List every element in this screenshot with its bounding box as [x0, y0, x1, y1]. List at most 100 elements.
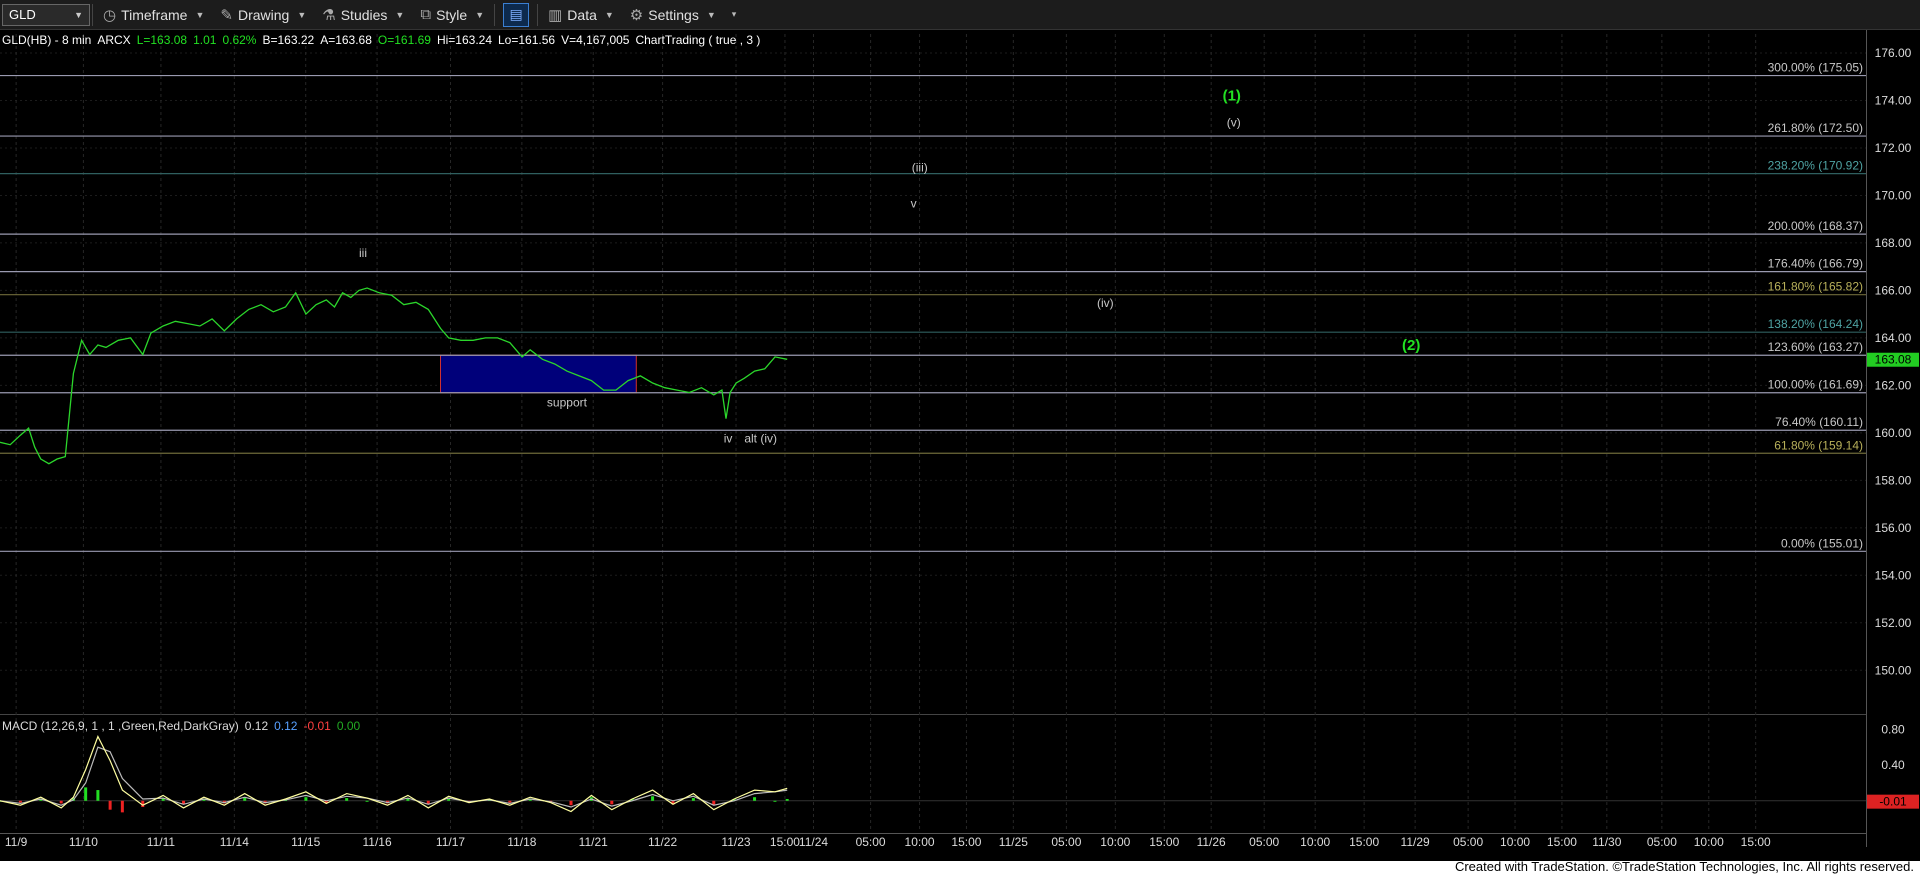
gear-icon: ⚙	[629, 6, 644, 24]
time-tick-label: 11/16	[363, 835, 392, 849]
toolbar-overflow-button[interactable]: ▾	[724, 2, 745, 28]
price-tick-label: 166.00	[1875, 283, 1912, 297]
macd-value2: 0.12	[274, 719, 298, 733]
header-bid: B=163.22	[262, 33, 314, 47]
time-tick-label: 11/9	[5, 835, 28, 849]
macd-histogram-bar	[304, 797, 308, 801]
macd-header: MACD (12,26,9, 1 , 1 ,Green,Red,DarkGray…	[2, 719, 361, 733]
time-tick-label: 11/30	[1592, 835, 1621, 849]
macd-label: MACD (12,26,9, 1 , 1 ,Green,Red,DarkGray…	[2, 719, 239, 733]
time-tick-label: 11/14	[220, 835, 249, 849]
time-tick-label: 11/21	[579, 835, 608, 849]
data-button[interactable]: ▥ Data ▼	[540, 2, 622, 28]
macd-histogram-bar	[59, 800, 63, 804]
symbol-input[interactable]: GLD ▼	[2, 3, 90, 26]
price-tick-label: 176.00	[1875, 46, 1912, 60]
footer-credit: Created with TradeStation. ©TradeStation…	[1454, 859, 1914, 874]
style-button[interactable]: ⧉ Style ▼	[412, 2, 492, 28]
macd-histogram-bar	[365, 800, 369, 802]
macd-histogram-bar	[345, 798, 349, 801]
wave-label: (v)	[1227, 116, 1241, 130]
price-tick-label: 152.00	[1875, 616, 1912, 630]
header-open: O=161.69	[378, 33, 431, 47]
flask-icon: ⚗	[322, 6, 336, 24]
macd-histogram-bar	[610, 800, 614, 805]
time-tick-label: 11/26	[1197, 835, 1226, 849]
price-tick-label: 174.00	[1875, 93, 1912, 107]
style-icon: ⧉	[420, 6, 432, 23]
time-tick-label: 11/11	[147, 835, 176, 849]
price-tick-label: 158.00	[1875, 473, 1912, 487]
support-label: support	[547, 396, 588, 410]
macd-histogram-bar	[691, 798, 695, 801]
time-tick-label: 11/23	[721, 835, 750, 849]
time-tick-label: 10:00	[1694, 835, 1724, 849]
studies-button[interactable]: ⚗ Studies ▼	[314, 2, 412, 28]
time-tick-label: 05:00	[1647, 835, 1677, 849]
header-ask: A=163.68	[320, 33, 372, 47]
price-tick-label: 164.00	[1875, 331, 1912, 345]
header-symbol: GLD(HB) - 8 min	[2, 33, 91, 47]
pencil-icon: ✎	[220, 6, 233, 24]
chevron-down-icon: ▼	[395, 9, 405, 20]
main-plot-area	[0, 30, 1866, 713]
fib-level-label: 176.40% (166.79)	[1768, 257, 1863, 271]
wave-label: (2)	[1402, 337, 1420, 354]
fib-level-label: 161.80% (165.82)	[1768, 280, 1863, 294]
macd-histogram-bar	[753, 797, 757, 801]
fib-level-label: 300.00% (175.05)	[1768, 61, 1863, 75]
price-tick-label: 160.00	[1875, 426, 1912, 440]
header-study: ChartTrading ( true , 3 )	[635, 33, 760, 47]
last-price-label: 163.08	[1875, 353, 1912, 367]
chevron-down-icon: ▼	[297, 9, 307, 20]
time-tick-label: 15:00	[951, 835, 981, 849]
style-label: Style	[436, 6, 468, 23]
time-tick-label: 11/18	[507, 835, 536, 849]
time-tick-label: 15:00	[770, 835, 800, 849]
settings-button[interactable]: ⚙ Settings ▼	[622, 2, 724, 28]
price-tick-label: 154.00	[1875, 568, 1912, 582]
price-tick-label: 172.00	[1875, 141, 1912, 155]
chevron-down-icon: ▼	[74, 9, 83, 20]
toolbar-divider	[494, 3, 496, 26]
macd-histogram-bar	[569, 800, 573, 806]
fib-level-label: 100.00% (161.69)	[1768, 378, 1863, 392]
macd-histogram-bar	[84, 787, 88, 801]
time-tick-label: 05:00	[856, 835, 886, 849]
time-tick-label: 11/25	[999, 835, 1028, 849]
chevron-down-icon: ▼	[475, 9, 485, 20]
time-tick-label: 10:00	[1500, 835, 1530, 849]
chevron-down-icon: ▼	[604, 9, 614, 20]
time-tick-label: 11/24	[799, 835, 828, 849]
layout-icon: ▤	[509, 6, 523, 22]
time-tick-label: 15:00	[1741, 835, 1771, 849]
drawing-label: Drawing	[237, 6, 290, 23]
price-tick-label: 168.00	[1875, 236, 1912, 250]
timeframe-button[interactable]: ◷ Timeframe ▼	[95, 2, 212, 28]
macd-value1: 0.12	[245, 719, 269, 733]
chevron-down-icon: ▼	[195, 9, 205, 20]
chart-layout-button[interactable]: ▤	[503, 2, 530, 27]
toolbar: GLD ▼ ◷ Timeframe ▼ ✎ Drawing ▼ ⚗ Studie…	[0, 0, 1920, 30]
chevron-down-icon: ▾	[731, 9, 737, 19]
macd-histogram-bar	[96, 790, 100, 801]
wave-label: iv	[724, 431, 733, 445]
timeframe-label: Timeframe	[121, 6, 188, 23]
macd-tick-label: 0.80	[1881, 722, 1905, 736]
price-tick-label: 156.00	[1875, 521, 1912, 535]
support-zone	[439, 354, 637, 394]
settings-label: Settings	[648, 6, 699, 23]
price-chart[interactable]: support 300.00% (175.05) 261.80% (172.50) 2…	[0, 30, 1920, 861]
drawing-button[interactable]: ✎ Drawing ▼	[212, 2, 314, 28]
bar-chart-icon: ▥	[548, 6, 563, 24]
time-tick-label: 11/22	[648, 835, 677, 849]
time-tick-label: 15:00	[1349, 835, 1379, 849]
time-tick-label: 15:00	[1547, 835, 1577, 849]
macd-histogram-bar	[773, 800, 777, 802]
header-last: L=163.08	[137, 33, 188, 47]
price-tick-label: 150.00	[1875, 663, 1912, 677]
chevron-down-icon: ▼	[706, 9, 716, 20]
time-tick-label: 15:00	[1149, 835, 1179, 849]
time-tick-label: 05:00	[1051, 835, 1081, 849]
macd-value3: -0.01	[303, 719, 331, 733]
